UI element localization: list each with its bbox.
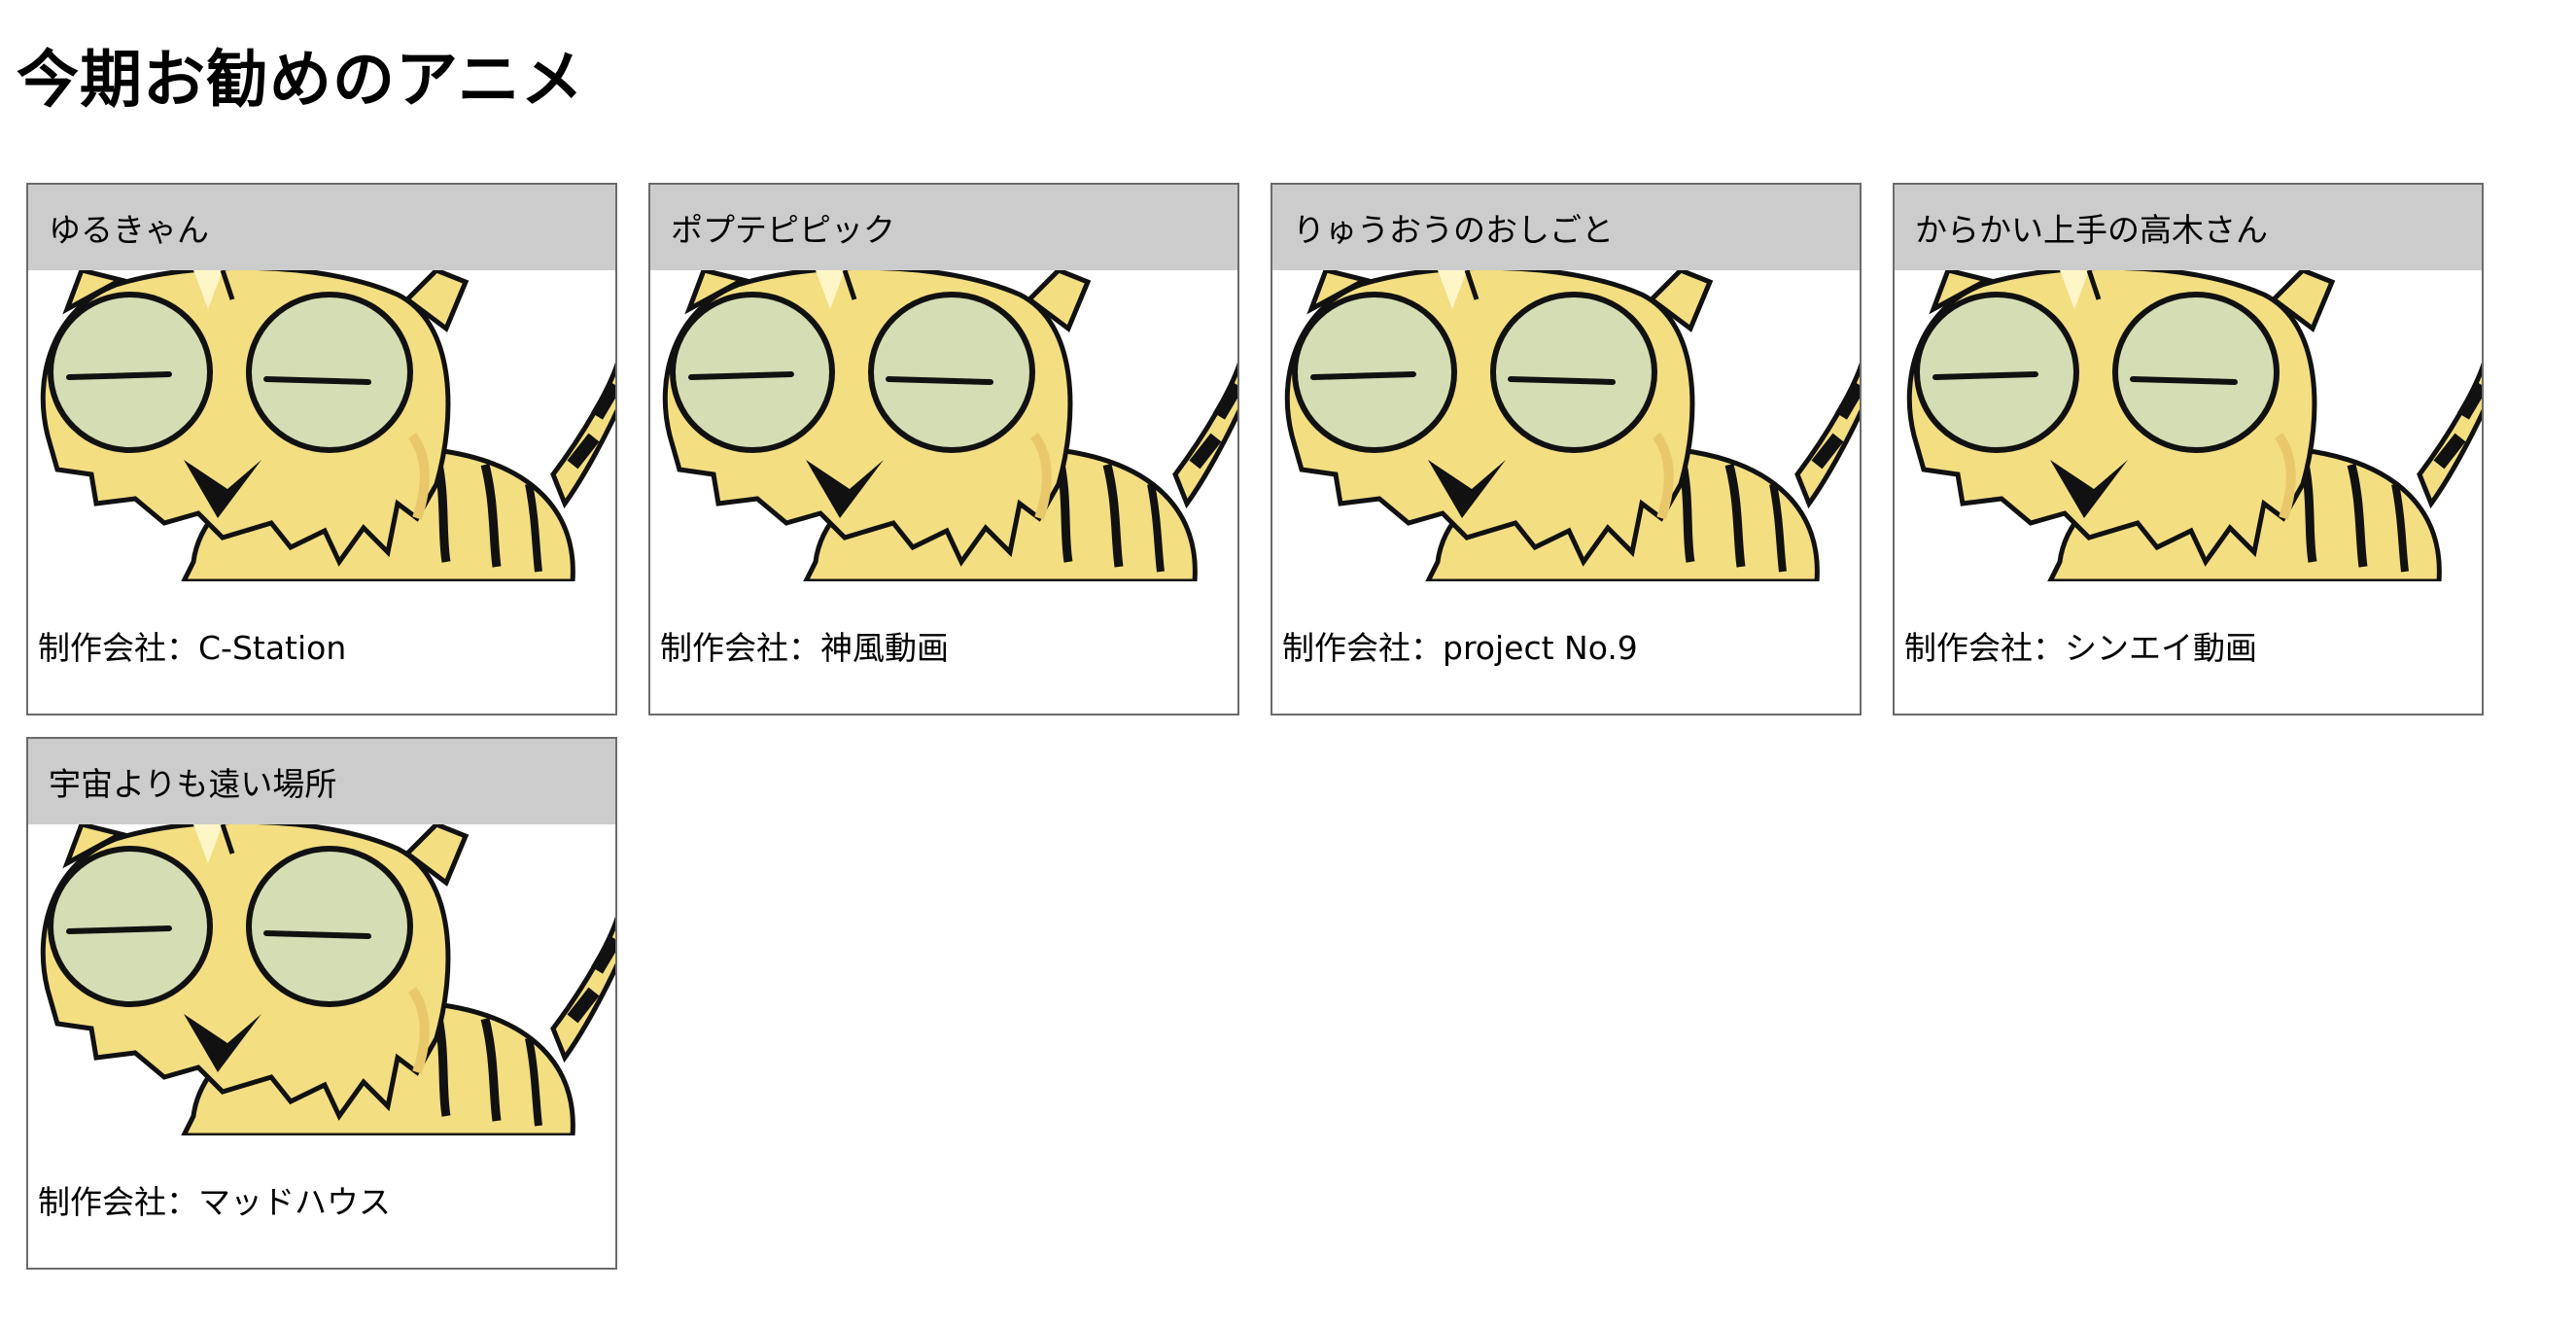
- anime-card-title: からかい上手の高木さん: [1895, 185, 2482, 270]
- anime-card-image: [28, 824, 615, 1135]
- anime-card-title: ゆるきゃん: [28, 185, 615, 270]
- anime-card-studio: 制作会社：マッドハウス: [38, 1183, 391, 1221]
- anime-card: からかい上手の高木さん 制作会社：シンエイ動画: [1893, 183, 2484, 715]
- page-title: 今期お勧めのアニメ: [17, 45, 584, 117]
- anime-card-image: [28, 270, 615, 581]
- anime-card-title: りゅうおうのおしごと: [1272, 185, 1860, 270]
- tiger-illustration-icon: [28, 270, 615, 581]
- anime-card-image: [1895, 270, 2482, 581]
- anime-card: りゅうおうのおしごと 制作会社：project No.9: [1271, 183, 1862, 715]
- tiger-illustration-icon: [1272, 270, 1860, 581]
- anime-card-studio: 制作会社：C-Station: [38, 629, 347, 667]
- anime-card: ポプテピピック 制作会社：神風動画: [648, 183, 1239, 715]
- anime-card-studio: 制作会社：シンエイ動画: [1904, 629, 2257, 667]
- tiger-illustration-icon: [650, 270, 1237, 581]
- anime-card: 宇宙よりも遠い場所 制作会社：マッドハウス: [26, 737, 617, 1270]
- anime-card-studio: 制作会社：project No.9: [1282, 629, 1638, 667]
- anime-card-title: 宇宙よりも遠い場所: [28, 739, 615, 824]
- page: 今期お勧めのアニメ ゆるきゃん 制作会社：C-Station ポプテピピック 制…: [0, 0, 2576, 1326]
- anime-card-image: [650, 270, 1237, 581]
- anime-card-title: ポプテピピック: [650, 185, 1237, 270]
- anime-card-studio: 制作会社：神風動画: [660, 629, 949, 667]
- tiger-illustration-icon: [1895, 270, 2482, 581]
- anime-card: ゆるきゃん 制作会社：C-Station: [26, 183, 617, 715]
- anime-card-grid: ゆるきゃん 制作会社：C-Station ポプテピピック 制作会社：神風動画 り…: [26, 183, 2515, 1270]
- tiger-illustration-icon: [28, 824, 615, 1135]
- anime-card-image: [1272, 270, 1860, 581]
